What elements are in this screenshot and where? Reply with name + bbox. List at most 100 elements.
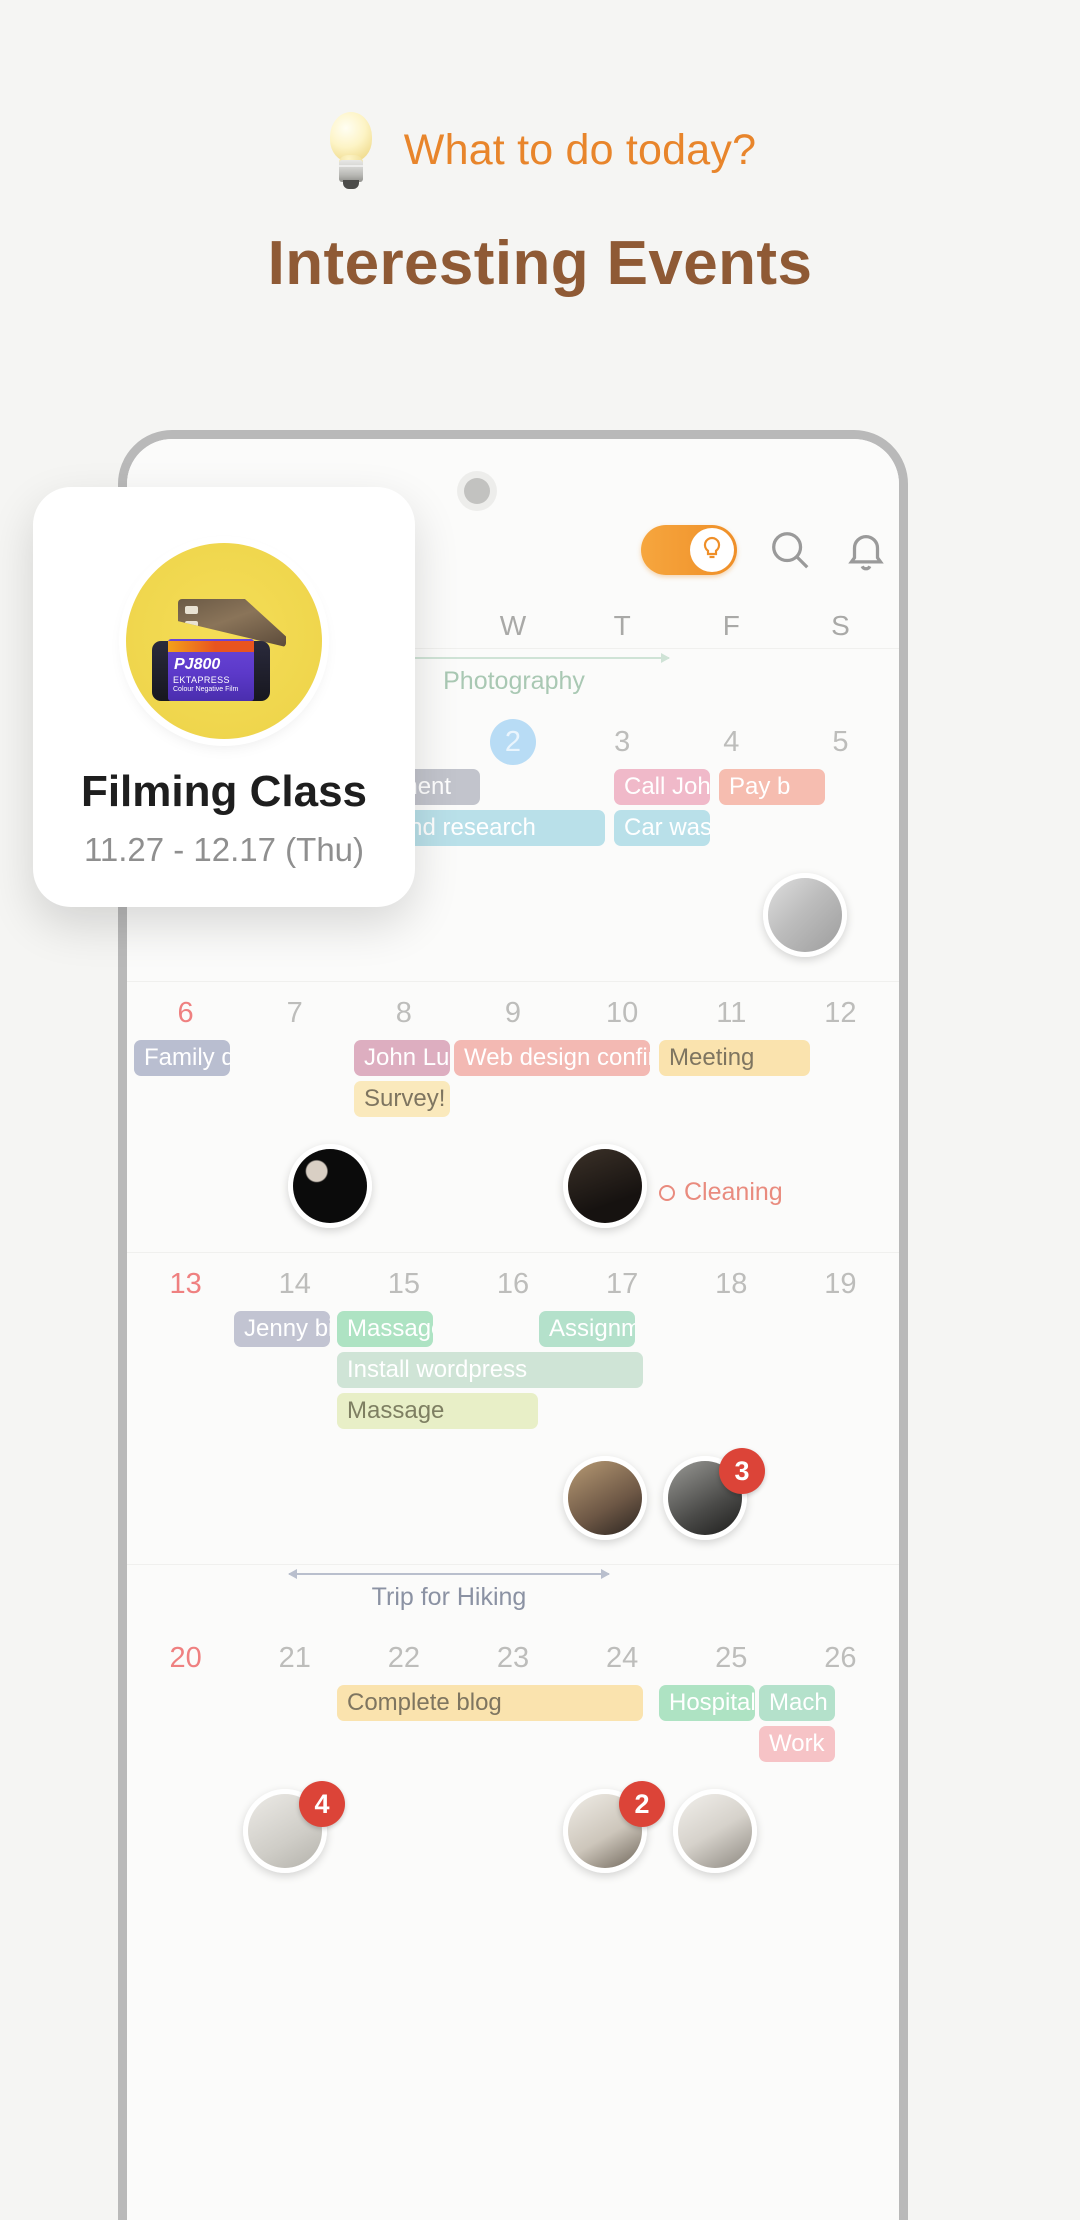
event-title: Filming Class [80, 767, 368, 816]
event-bar-layer: Complete blog Hospital Mach Work [127, 1685, 899, 1773]
thumbnail-image [568, 1149, 642, 1223]
day-number: 9 [504, 997, 522, 1029]
event-range[interactable]: Trip for Hiking [288, 1569, 610, 1612]
day-cell[interactable]: 17 [568, 1261, 677, 1307]
day-cell[interactable]: 7 [240, 990, 349, 1036]
day-cell[interactable]: 3 [568, 719, 677, 765]
day-cell[interactable]: 15 [349, 1261, 458, 1307]
day-number: 24 [606, 1642, 639, 1674]
range-arrow-icon [288, 1569, 610, 1579]
day-number: 3 [614, 726, 631, 758]
day-number: 4 [723, 726, 740, 758]
thumbnail-image [293, 1149, 367, 1223]
event-bar[interactable]: Massage [337, 1311, 433, 1347]
day-cell[interactable]: 11 [677, 990, 786, 1036]
thumbnail-image [768, 878, 842, 952]
calendar-week: 6 7 8 9 10 11 12 Family dinn John LunchWeb desig… [127, 981, 899, 1252]
day-number: 17 [606, 1268, 639, 1300]
lightbulb-icon [690, 528, 734, 572]
thumbnail-layer: 3 [127, 1440, 899, 1558]
day-cell[interactable]: 8 [349, 990, 458, 1036]
calendar-week: 13141516171819Jenny birtMassageAssignmen… [127, 1252, 899, 1564]
day-number: 5 [832, 726, 849, 758]
day-number: 15 [387, 1268, 420, 1300]
event-bar[interactable]: Hospital [659, 1685, 755, 1721]
event-bar[interactable]: Massage [337, 1393, 538, 1429]
range-label: Trip for Hiking [371, 1583, 527, 1611]
day-cell[interactable]: 22 [349, 1635, 458, 1681]
bell-icon[interactable] [843, 527, 889, 573]
weekday-label: T [613, 610, 631, 641]
event-thumbnail[interactable] [563, 1144, 647, 1228]
day-cell[interactable]: 21 [240, 1635, 349, 1681]
event-bar-layer: Jenny birtMassageAssignmenInstall wordpr… [127, 1311, 899, 1440]
event-thumbnail[interactable] [763, 873, 847, 957]
idea-toggle[interactable] [641, 525, 737, 575]
event-bar[interactable]: Car wash [614, 810, 710, 846]
day-cell[interactable]: 16 [458, 1261, 567, 1307]
thumbnail-image [568, 1461, 642, 1535]
day-cell[interactable]: 25 [677, 1635, 786, 1681]
event-thumbnail[interactable] [673, 1789, 757, 1873]
event-card[interactable]: PJ800 EKTAPRESS Colour Negative Film Fil… [33, 487, 415, 907]
day-number: 11 [716, 997, 747, 1029]
day-number: 10 [606, 997, 639, 1029]
day-cell[interactable]: 24 [568, 1635, 677, 1681]
day-number: 2 [489, 719, 536, 765]
event-bar[interactable]: Work [759, 1726, 835, 1762]
range-label: Photography [443, 667, 585, 695]
calendar-week: Trip for Hiking 20 21 22 23 24 25 26 Complete bl… [127, 1564, 899, 1897]
day-number: 22 [387, 1642, 420, 1674]
event-note[interactable]: Cleaning [659, 1178, 783, 1207]
event-bar[interactable]: Pay b [719, 769, 825, 805]
event-bar[interactable]: Web design confirm [454, 1040, 650, 1076]
day-cell[interactable]: 9 [458, 990, 567, 1036]
day-number: 20 [169, 1642, 202, 1674]
event-bar[interactable]: Survey! [354, 1081, 450, 1117]
day-cell[interactable]: 14 [240, 1261, 349, 1307]
event-bar[interactable]: Install wordpress [337, 1352, 643, 1388]
weekday-label: F [722, 610, 740, 641]
day-number: 25 [715, 1642, 748, 1674]
thumbnail-layer: Cleaning [127, 1128, 899, 1246]
event-thumbnail[interactable] [563, 1456, 647, 1540]
thumbnail-layer: 42 [127, 1773, 899, 1891]
day-cell[interactable]: 5 [786, 719, 895, 765]
thumbnail-badge: 3 [719, 1448, 765, 1494]
event-bar[interactable]: Jenny birt [234, 1311, 330, 1347]
weekday-label: S [831, 610, 850, 641]
app-toolbar [641, 525, 889, 575]
day-cell[interactable]: 2 [458, 719, 567, 765]
day-cell[interactable]: 12 [786, 990, 895, 1036]
day-number: 12 [824, 997, 857, 1029]
event-bar[interactable]: Complete blog [337, 1685, 643, 1721]
day-cell[interactable]: 19 [786, 1261, 895, 1307]
film-roll-photo: PJ800 EKTAPRESS Colour Negative Film [126, 543, 322, 739]
page-root: What to do today? Interesting Events W T… [0, 0, 1080, 2220]
search-icon[interactable] [767, 527, 813, 573]
event-bar[interactable]: Assignmen [539, 1311, 635, 1347]
event-bar[interactable]: Call John [614, 769, 710, 805]
day-number: 18 [715, 1268, 748, 1300]
day-cell[interactable]: 23 [458, 1635, 567, 1681]
event-bar[interactable]: Mach [759, 1685, 835, 1721]
day-cell[interactable]: 6 [131, 990, 240, 1036]
day-cell[interactable]: 4 [677, 719, 786, 765]
thumbnail-badge: 4 [299, 1781, 345, 1827]
day-cell[interactable]: 18 [677, 1261, 786, 1307]
day-cell[interactable]: 10 [568, 990, 677, 1036]
day-number-row: 13 14 15 16 17 18 19 [127, 1253, 899, 1311]
day-cell[interactable]: 13 [131, 1261, 240, 1307]
day-number: 13 [169, 1268, 202, 1300]
weekday-label: W [499, 610, 527, 641]
day-number: 16 [496, 1268, 530, 1300]
day-number: 6 [177, 997, 194, 1029]
thumbnail-image [678, 1794, 752, 1868]
day-cell[interactable]: 26 [786, 1635, 895, 1681]
day-number: 19 [824, 1268, 857, 1300]
event-bar[interactable]: Family dinn [134, 1040, 230, 1076]
day-cell[interactable]: 20 [131, 1635, 240, 1681]
event-bar[interactable]: Meeting [659, 1040, 810, 1076]
event-thumbnail[interactable] [288, 1144, 372, 1228]
event-bar[interactable]: John Lunch [354, 1040, 450, 1076]
